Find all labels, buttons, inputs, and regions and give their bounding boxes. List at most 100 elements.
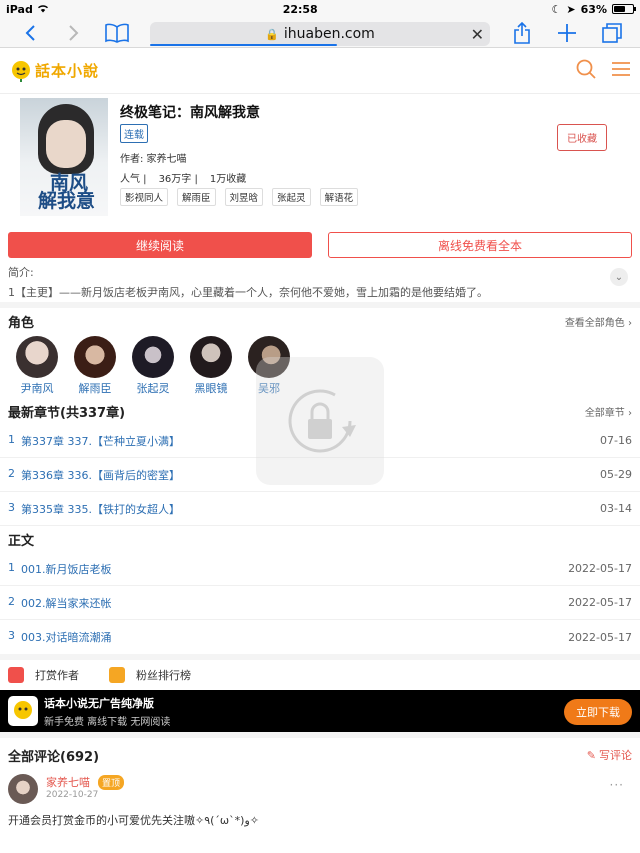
tag[interactable]: 刘昱晗	[224, 188, 264, 206]
role-item[interactable]: 解雨臣	[74, 336, 116, 398]
search-icon[interactable]	[576, 59, 596, 83]
red-packet-icon	[8, 667, 24, 683]
book-intro: 简介: 1【主更】——新月饭店老板尹南风，心里藏着一个人，奈何他不爱她，雪上加霜…	[0, 258, 640, 302]
role-item[interactable]: 张起灵	[132, 336, 174, 398]
moon-icon: ☾	[551, 2, 562, 16]
chapter-title: 第336章 336.【画背后的密室】	[21, 468, 180, 482]
roles-title: 角色	[8, 315, 35, 331]
tag[interactable]: 解雨臣	[177, 188, 216, 206]
book-title: 终极笔记：南风解我意	[120, 105, 260, 121]
url-text: ihuaben.com	[283, 26, 375, 42]
role-item[interactable]: 尹南风	[16, 336, 58, 398]
address-bar[interactable]: 🔒 ihuaben.com ✕	[150, 22, 490, 46]
all-chapters-link[interactable]: 全部章节 ›	[585, 404, 632, 419]
book-stats: 人气 | 36万字 | 1万收藏	[120, 170, 246, 185]
stat-words: 36万字 |	[158, 174, 198, 185]
lock-icon: 🔒	[265, 27, 279, 41]
role-name: 黑眼镜	[194, 382, 228, 395]
chapter-index: 1	[8, 432, 15, 446]
reward-row: 打赏作者 粉丝排行榜	[0, 654, 640, 690]
logo-text: 話本小說	[35, 62, 100, 80]
offline-read-button[interactable]: 离线免费看全本	[328, 232, 632, 258]
chapter-date: 2022-05-17	[568, 630, 632, 644]
chapter-date: 05-29	[600, 468, 632, 481]
chapter-index: 2	[8, 466, 15, 480]
chapter-date: 07-16	[600, 434, 632, 447]
write-comment-button[interactable]: ✎ 写评论	[587, 747, 632, 763]
back-icon[interactable]	[18, 21, 42, 45]
stat-favorites: 1万收藏	[209, 174, 247, 185]
comment-author[interactable]: 家养七喵	[46, 774, 90, 790]
chapter-row[interactable]: 1 001.新月饭店老板 2022-05-17	[0, 552, 640, 586]
battery-percent: 63%	[580, 2, 607, 16]
fan-rank-button[interactable]: 粉丝排行榜	[109, 667, 191, 683]
chapter-date: 03-14	[600, 502, 632, 515]
site-header: 話本小說	[0, 48, 640, 94]
more-icon[interactable]: ···	[610, 778, 624, 792]
new-tab-icon[interactable]	[555, 21, 579, 45]
chapter-index: 2	[8, 594, 15, 608]
cover-title-2: 解我意	[38, 190, 96, 212]
chapter-title: 003.对话暗流潮涌	[21, 631, 112, 644]
tabs-icon[interactable]	[600, 21, 624, 45]
browser-toolbar: 🔒 ihuaben.com ✕	[0, 18, 640, 48]
serial-badge: 连载	[120, 124, 148, 143]
continue-reading-button[interactable]: 继续阅读	[8, 232, 312, 258]
chapter-row[interactable]: 3 第335章 335.【铁打的女超人】 03-14	[0, 492, 640, 526]
write-comment-label: 写评论	[599, 749, 632, 762]
expand-chevron-icon[interactable]: ⌄	[610, 268, 628, 286]
clock: 22:58	[282, 2, 318, 16]
menu-icon[interactable]	[612, 61, 630, 81]
wifi-icon	[37, 3, 49, 16]
download-button[interactable]: 立即下载	[564, 699, 632, 725]
role-name: 尹南风	[20, 382, 54, 395]
favorited-button[interactable]: 已收藏	[557, 124, 607, 151]
pinned-badge: 置顶	[98, 775, 125, 790]
avatar	[74, 336, 116, 378]
comments-title: 全部评论(692)	[8, 749, 100, 765]
chapter-index: 3	[8, 500, 15, 514]
close-icon[interactable]: ✕	[471, 25, 484, 44]
comment-item: 家养七喵 置顶 2022-10-27 ··· 开通会员打赏金币的小可爱优先关注嗷…	[0, 772, 640, 842]
tag[interactable]: 解语花	[319, 188, 359, 206]
book-cover[interactable]: 南风 解我意	[20, 98, 108, 216]
avatar	[190, 336, 232, 378]
body-header: 正文	[0, 526, 640, 552]
role-name: 张起灵	[136, 382, 170, 395]
role-name: 解雨臣	[78, 382, 112, 395]
app-logo-icon	[8, 696, 38, 726]
tip-author-button[interactable]: 打赏作者	[8, 667, 79, 683]
author-link[interactable]: 作者: 家养七喵	[120, 150, 187, 165]
chapter-title: 001.新月饭店老板	[21, 562, 112, 576]
forward-icon[interactable]	[62, 21, 86, 45]
chapter-row[interactable]: 2 002.解当家来还帐 2022-05-17	[0, 586, 640, 620]
chapter-row[interactable]: 3 003.对话暗流潮涌 2022-05-17	[0, 620, 640, 654]
intro-text: 1【主更】——新月饭店老板尹南风，心里藏着一个人，奈何他不爱她，雪上加霜的是他要…	[8, 286, 488, 299]
ranking-icon	[109, 667, 125, 683]
bookmarks-icon[interactable]	[104, 21, 130, 45]
share-icon[interactable]	[510, 21, 534, 45]
chapter-date: 2022-05-17	[568, 596, 632, 609]
avatar[interactable]	[8, 774, 38, 804]
chapter-title: 002.解当家来还帐	[21, 596, 112, 610]
load-progress	[150, 44, 337, 46]
app-subtitle: 新手免费 离线下载 无网阅读	[44, 716, 171, 728]
comments-header: 全部评论(692) ✎ 写评论	[0, 732, 640, 772]
app-download-banner: 话本小说无广告纯净版 新手免费 离线下载 无网阅读 立即下载	[0, 690, 640, 732]
role-item[interactable]: 黑眼镜	[190, 336, 232, 398]
tag[interactable]: 影视同人	[120, 188, 169, 206]
all-roles-link[interactable]: 查看全部角色 ›	[565, 314, 632, 329]
rotation-lock-icon	[288, 389, 356, 453]
app-title: 话本小说无广告纯净版	[44, 696, 154, 710]
chapter-index: 3	[8, 629, 15, 642]
fan-rank-label: 粉丝排行榜	[136, 669, 191, 682]
latest-title: 最新章节(共337章)	[8, 405, 126, 421]
chapter-date: 2022-05-17	[568, 562, 632, 575]
site-logo[interactable]: 話本小說	[10, 60, 99, 82]
device-name: iPad	[6, 2, 33, 16]
tag[interactable]: 张起灵	[272, 188, 311, 206]
comment-date: 2022-10-27	[46, 790, 99, 800]
book-info: 南风 解我意 终极笔记：南风解我意 连载 作者: 家养七喵 人气 | 36万字 …	[0, 94, 640, 234]
body-title: 正文	[8, 533, 35, 549]
logo-mascot-icon	[12, 60, 30, 82]
